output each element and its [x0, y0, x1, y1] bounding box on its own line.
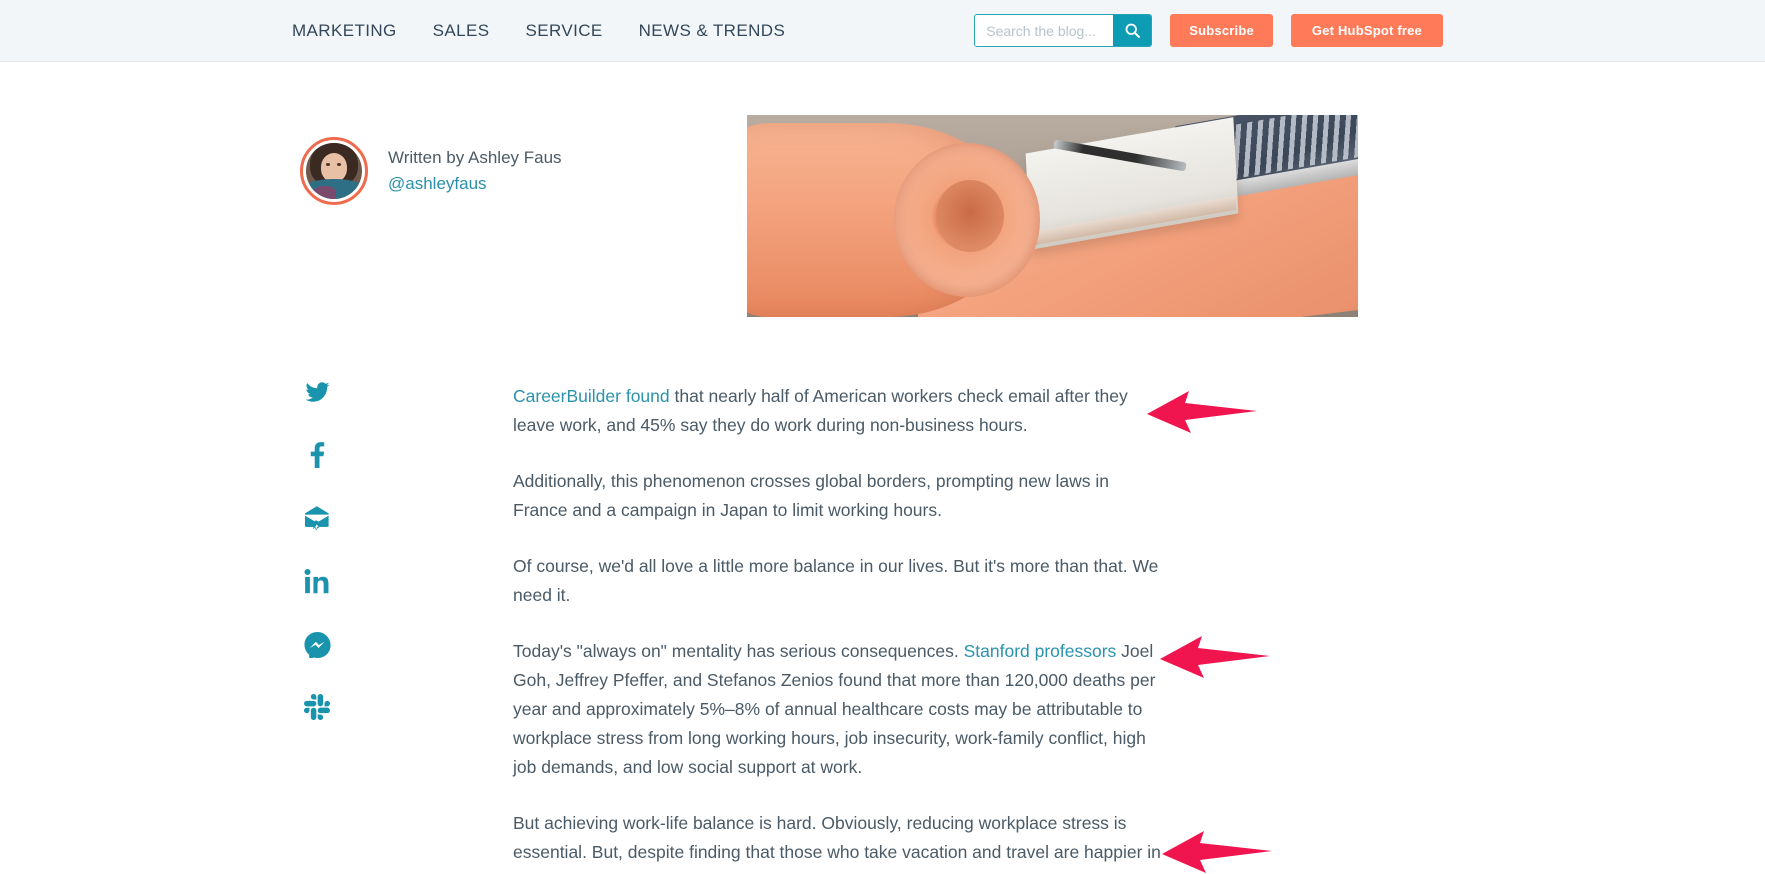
annotation-arrow-3: [1160, 827, 1272, 874]
facebook-icon: [310, 442, 325, 468]
social-share-rail: [300, 375, 334, 724]
paragraph-4-after: Joel Goh, Jeffrey Pfeffer, and Stefanos …: [513, 641, 1156, 777]
header-actions: Subscribe Get HubSpot free: [974, 14, 1443, 47]
careerbuilder-link[interactable]: CareerBuilder found: [513, 386, 670, 406]
author-text: Written by Ashley Faus @ashleyfaus: [388, 148, 562, 194]
avatar: [300, 137, 368, 205]
author-handle-link[interactable]: @ashleyfaus: [388, 174, 562, 194]
author-name: Written by Ashley Faus: [388, 148, 562, 167]
search-icon: [1125, 23, 1140, 38]
blog-post-body: Written by Ashley Faus @ashleyfaus Caree…: [0, 62, 1765, 874]
subscribe-button[interactable]: Subscribe: [1170, 14, 1273, 47]
site-header: MARKETING SALES SERVICE NEWS & TRENDS Su…: [0, 0, 1765, 62]
paragraph-5: But achieving work-life balance is hard.…: [513, 809, 1168, 874]
author-byline: Written by Ashley Faus @ashleyfaus: [300, 137, 562, 205]
primary-navigation: MARKETING SALES SERVICE NEWS & TRENDS: [292, 21, 785, 41]
hero-image: [747, 115, 1358, 317]
paragraph-4: Today's "always on" mentality has seriou…: [513, 637, 1168, 782]
email-icon: [305, 506, 329, 531]
get-hubspot-free-button[interactable]: Get HubSpot free: [1290, 14, 1443, 47]
paragraph-1: CareerBuilder found that nearly half of …: [513, 382, 1168, 440]
paragraph-5-before: But achieving work-life balance is hard.…: [513, 813, 1161, 874]
messenger-share-button[interactable]: [300, 627, 334, 661]
linkedin-icon: [304, 568, 329, 593]
search-submit-button[interactable]: [1113, 15, 1152, 46]
paragraph-4-before: Today's "always on" mentality has seriou…: [513, 641, 964, 661]
stanford-professors-link[interactable]: Stanford professors: [964, 641, 1117, 661]
search-input[interactable]: [975, 15, 1114, 46]
slack-share-button[interactable]: [300, 690, 334, 724]
linkedin-share-button[interactable]: [300, 564, 334, 598]
slack-icon: [304, 694, 330, 720]
nav-link-service[interactable]: SERVICE: [525, 21, 602, 41]
article-content: CareerBuilder found that nearly half of …: [513, 382, 1168, 874]
avatar-image: [306, 143, 362, 199]
facebook-share-button[interactable]: [300, 438, 334, 472]
messenger-icon: [303, 631, 331, 658]
twitter-share-button[interactable]: [300, 375, 334, 409]
twitter-icon: [305, 382, 329, 402]
blog-search: [974, 14, 1153, 47]
annotation-arrow-2: [1158, 632, 1270, 684]
nav-link-marketing[interactable]: MARKETING: [292, 21, 397, 41]
email-share-button[interactable]: [300, 501, 334, 535]
nav-link-sales[interactable]: SALES: [433, 21, 490, 41]
paragraph-2: Additionally, this phenomenon crosses gl…: [513, 471, 1109, 520]
nav-link-news-trends[interactable]: NEWS & TRENDS: [639, 21, 786, 41]
paragraph-3: Of course, we'd all love a little more b…: [513, 556, 1159, 605]
